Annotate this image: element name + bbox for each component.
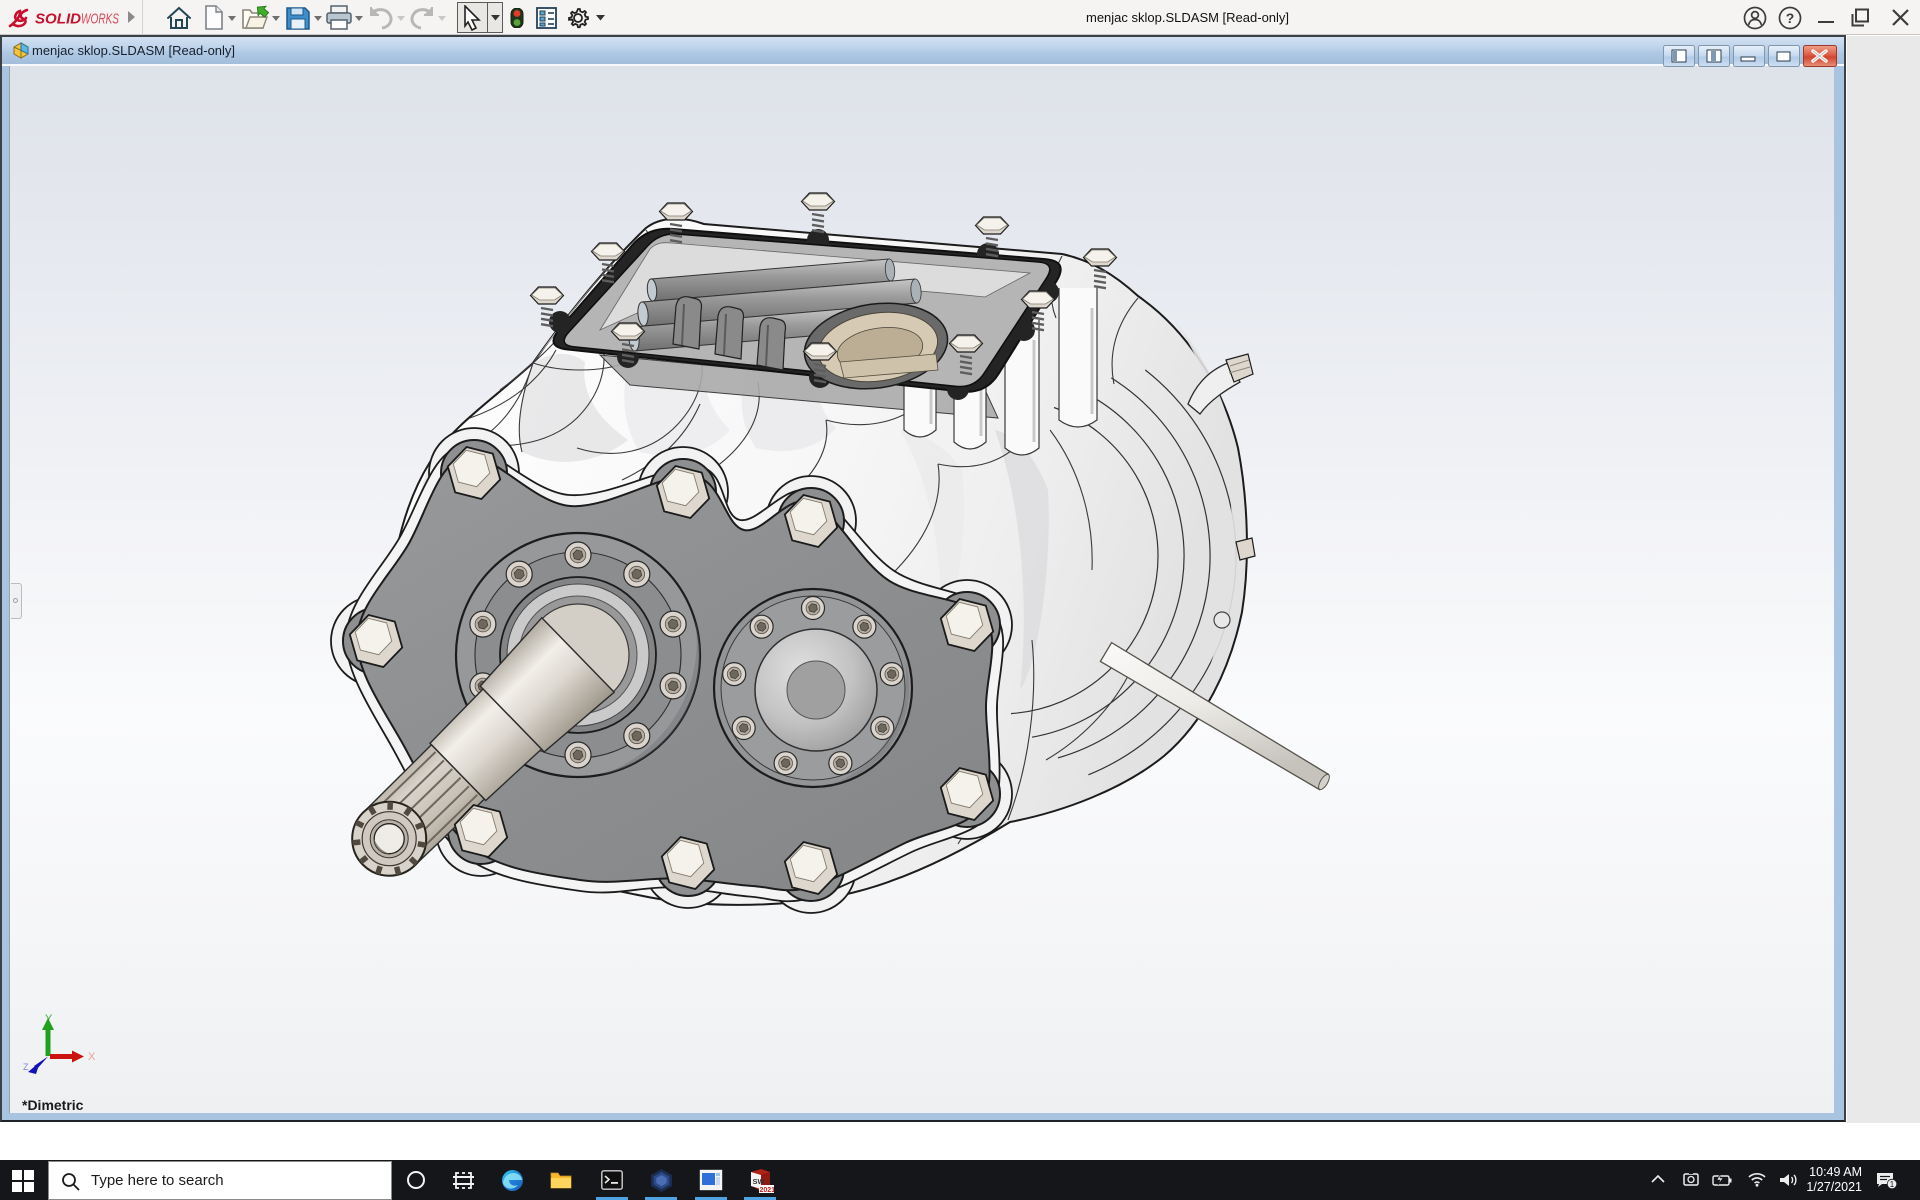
svg-text:?: ? [1786,10,1795,26]
svg-text:WORKS: WORKS [81,11,119,28]
svg-text:1: 1 [1890,1180,1895,1189]
svg-text:SOLID: SOLID [35,11,81,28]
svg-text:2021: 2021 [760,1187,775,1194]
svg-text:SW: SW [753,1177,766,1186]
svg-text:X: X [88,1051,96,1063]
svg-text:Z: Z [23,1062,29,1072]
